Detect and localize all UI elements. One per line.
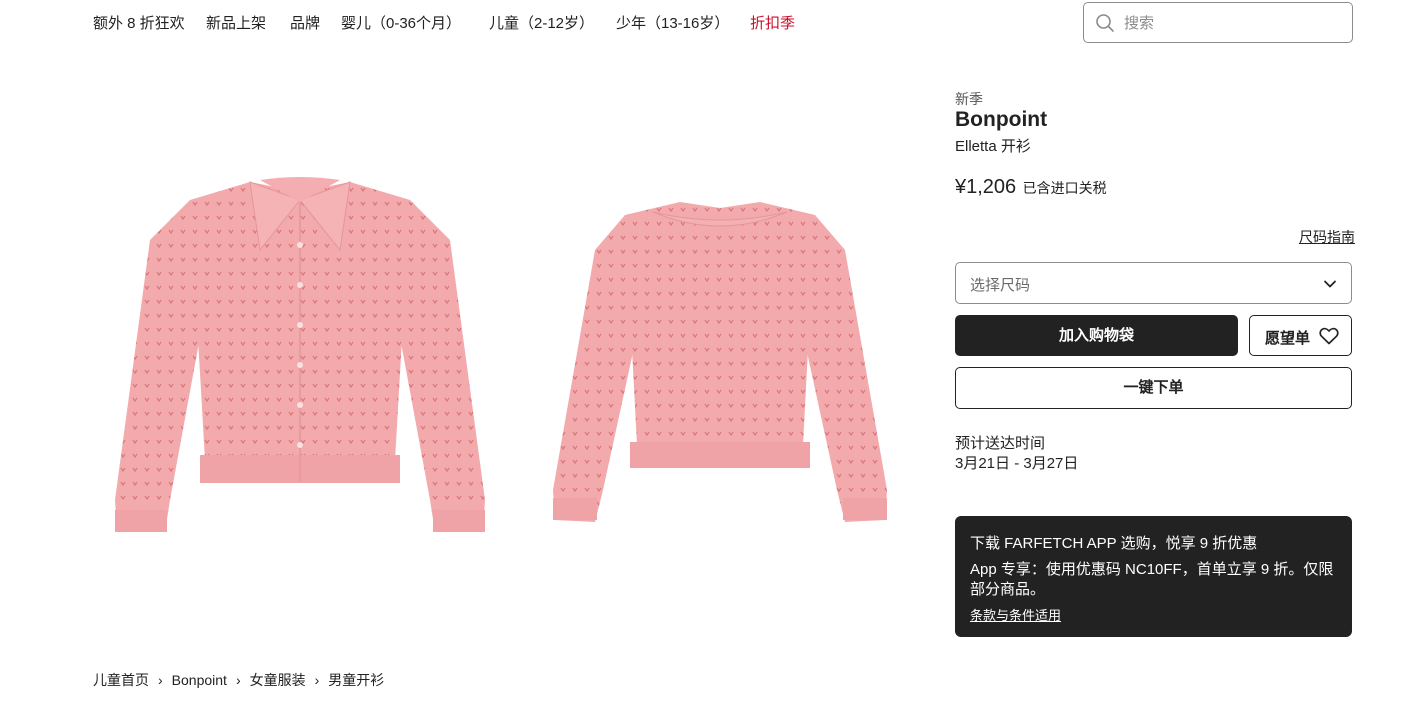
promo-title: 下载 FARFETCH APP 选购，悦享 9 折优惠 [970, 535, 1258, 552]
price-note: 已含进口关税 [1022, 180, 1107, 196]
nav-item-new-arrivals[interactable]: 新品上架 [206, 12, 266, 33]
promo-body: App 专享：使用优惠码 NC10FF，首单立享 9 折。仅限部分商品。 [970, 561, 1334, 598]
top-nav: 额外 8 折狂欢 新品上架 品牌 婴儿（0-36个月） 儿童（2-12岁） 少年… [0, 0, 1424, 44]
price-row: ¥1,206 已含进口关税 [955, 176, 1107, 199]
nav-item-kids[interactable]: 儿童（2-12岁） [489, 12, 594, 33]
search-input[interactable] [1124, 9, 1339, 37]
nav-item-teens[interactable]: 少年（13-16岁） [616, 12, 729, 33]
one-click-order-button[interactable]: 一键下单 [955, 367, 1352, 409]
search-box[interactable] [1083, 2, 1353, 43]
wishlist-label: 愿望单 [1265, 330, 1311, 347]
delivery-title: 预计送达时间 [955, 435, 1046, 452]
heart-icon [1319, 327, 1339, 345]
search-icon [1096, 14, 1114, 32]
nav-item-baby[interactable]: 婴儿（0-36个月） [341, 12, 461, 33]
breadcrumb-item-brand[interactable]: Bonpoint [172, 672, 227, 688]
chevron-down-icon [1324, 280, 1336, 288]
breadcrumb-item-cardigans[interactable]: 男童开衫 [328, 672, 384, 688]
size-guide-link[interactable]: 尺码指南 [1299, 227, 1355, 247]
breadcrumb-separator: › [314, 672, 320, 688]
price: ¥1,206 [955, 176, 1017, 198]
season-label: 新季 [955, 91, 983, 107]
add-to-bag-button[interactable]: 加入购物袋 [955, 315, 1238, 356]
size-select-placeholder: 选择尺码 [970, 277, 1031, 294]
brand-name[interactable]: Bonpoint [955, 108, 1047, 132]
wishlist-button[interactable]: 愿望单 [1249, 315, 1352, 356]
size-select[interactable]: 选择尺码 [955, 262, 1352, 304]
breadcrumb-item-kids-home[interactable]: 儿童首页 [93, 672, 149, 688]
app-promo-banner: 下载 FARFETCH APP 选购，悦享 9 折优惠 App 专享：使用优惠码… [955, 516, 1352, 637]
nav-item-sale[interactable]: 折扣季 [750, 12, 795, 33]
nav-item-extra-discount[interactable]: 额外 8 折狂欢 [93, 12, 185, 33]
nav-item-brands[interactable]: 品牌 [290, 12, 320, 33]
promo-terms-link[interactable]: 条款与条件适用 [970, 605, 1061, 624]
breadcrumb-separator: › [235, 672, 241, 688]
breadcrumb-separator: › [158, 672, 163, 688]
product-image-back[interactable] [545, 190, 895, 530]
product-image-front[interactable] [105, 170, 495, 550]
breadcrumb: 儿童首页 › Bonpoint › 女童服装 › 男童开衫 [93, 670, 384, 690]
delivery-dates: 3月21日 - 3月27日 [955, 455, 1079, 472]
breadcrumb-item-girls-clothing[interactable]: 女童服装 [250, 672, 306, 688]
product-name: Elletta 开衫 [955, 138, 1031, 155]
